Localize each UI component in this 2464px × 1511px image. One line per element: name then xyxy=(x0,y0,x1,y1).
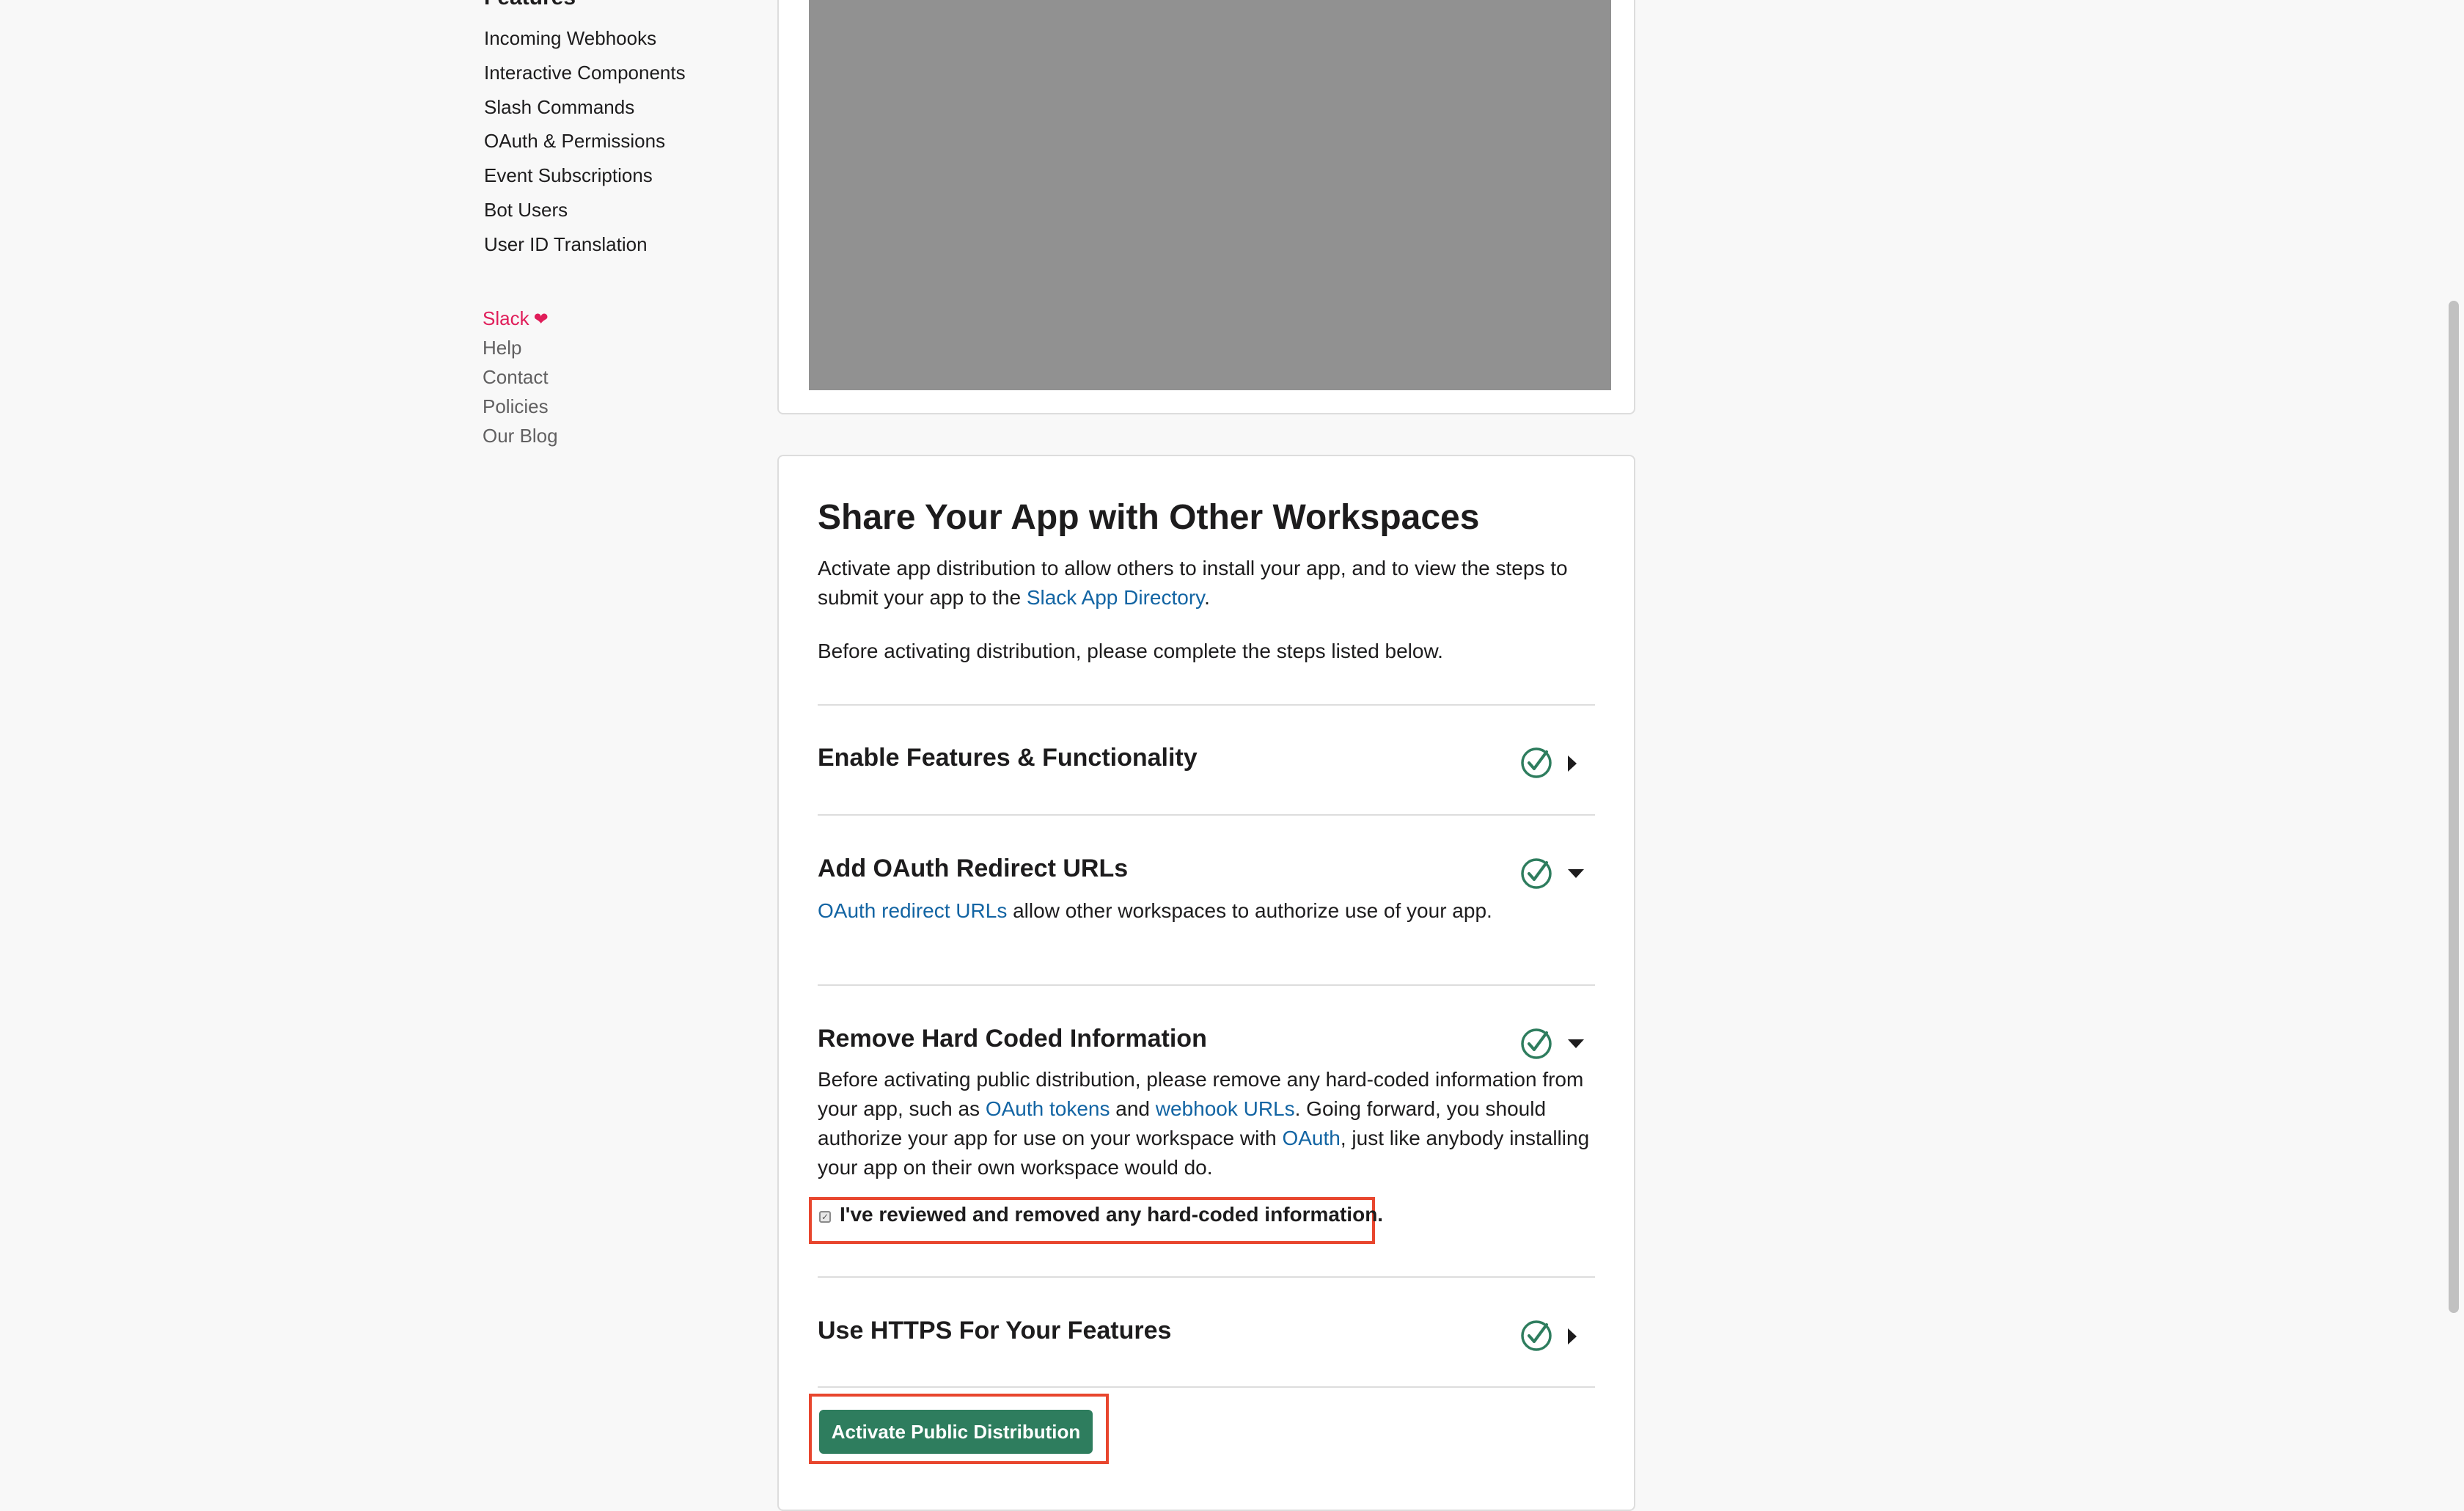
activate-public-distribution-button[interactable]: Activate Public Distribution xyxy=(819,1410,1093,1454)
sidebar-item-slash-commands[interactable]: Slash Commands xyxy=(484,94,686,128)
caret-down-icon[interactable] xyxy=(1568,1039,1584,1048)
oauth-redirect-urls-link[interactable]: OAuth redirect URLs xyxy=(818,899,1007,922)
divider xyxy=(818,1386,1595,1388)
footer-link-slack[interactable]: Slack ❤ xyxy=(483,304,558,333)
reviewed-checkbox[interactable]: ✓ xyxy=(819,1211,831,1223)
intro-end: . xyxy=(1204,586,1210,609)
footer-link-blog[interactable]: Our Blog xyxy=(483,421,558,450)
features-heading: Features xyxy=(484,0,576,10)
page-title: Share Your App with Other Workspaces xyxy=(818,498,1480,537)
footer-link[interactable]: Help xyxy=(483,337,521,359)
footer-link[interactable]: Our Blog xyxy=(483,425,558,447)
footer-links: Slack ❤ Help Contact Policies Our Blog xyxy=(483,304,558,450)
check-circle-icon xyxy=(1521,858,1552,889)
share-card: Share Your App with Other Workspaces Act… xyxy=(777,455,1635,1511)
caret-down-icon[interactable] xyxy=(1568,869,1584,878)
step-desc-text: and xyxy=(1110,1097,1156,1120)
step-title: Enable Features & Functionality xyxy=(818,744,1198,772)
sidebar-item-incoming-webhooks[interactable]: Incoming Webhooks xyxy=(484,25,686,59)
sidebar-item-event-subscriptions[interactable]: Event Subscriptions xyxy=(484,162,686,197)
sidebar-item-interactive-components[interactable]: Interactive Components xyxy=(484,59,686,94)
step-title: Add OAuth Redirect URLs xyxy=(818,855,1129,882)
caret-right-icon[interactable] xyxy=(1568,1328,1577,1344)
footer-link-policies[interactable]: Policies xyxy=(483,392,558,421)
webhook-urls-link[interactable]: webhook URLs xyxy=(1156,1097,1295,1120)
sidebar-link[interactable]: Event Subscriptions xyxy=(484,164,653,186)
sidebar-item-user-id-translation[interactable]: User ID Translation xyxy=(484,231,686,266)
footer-link[interactable]: Policies xyxy=(483,395,549,417)
step-desc-text: allow other workspaces to authorize use … xyxy=(1007,899,1492,922)
divider xyxy=(818,1276,1595,1278)
oauth-link[interactable]: OAuth xyxy=(1282,1127,1340,1149)
slack-app-directory-link[interactable]: Slack App Directory xyxy=(1027,586,1204,609)
sidebar-link[interactable]: User ID Translation xyxy=(484,233,648,255)
preview-image xyxy=(809,0,1611,390)
preview-card xyxy=(777,0,1635,414)
step-title: Use HTTPS For Your Features xyxy=(818,1317,1172,1344)
caret-right-icon[interactable] xyxy=(1568,756,1577,772)
heart-icon: ❤ xyxy=(533,310,549,329)
scrollbar-thumb[interactable] xyxy=(2449,301,2459,1313)
sidebar-item-oauth-permissions[interactable]: OAuth & Permissions xyxy=(484,128,686,162)
step-description: Before activating public distribution, p… xyxy=(818,1065,1595,1182)
step-description: OAuth redirect URLs allow other workspac… xyxy=(818,896,1595,926)
footer-link-help[interactable]: Help xyxy=(483,333,558,362)
intro-paragraph: Activate app distribution to allow other… xyxy=(818,554,1595,612)
before-paragraph: Before activating distribution, please c… xyxy=(818,640,1443,662)
check-circle-icon xyxy=(1521,747,1552,778)
sidebar-link[interactable]: Incoming Webhooks xyxy=(484,27,656,49)
sidebar-link[interactable]: Bot Users xyxy=(484,199,568,221)
footer-link-contact[interactable]: Contact xyxy=(483,362,558,392)
footer-link[interactable]: Contact xyxy=(483,366,549,388)
step-title: Remove Hard Coded Information xyxy=(818,1025,1207,1053)
sidebar-link[interactable]: Slash Commands xyxy=(484,96,634,118)
sidebar-link[interactable]: OAuth & Permissions xyxy=(484,130,665,152)
divider xyxy=(818,984,1595,986)
checkbox-label[interactable]: I've reviewed and removed any hard-coded… xyxy=(840,1203,1383,1226)
check-circle-icon xyxy=(1521,1320,1552,1351)
features-nav: Incoming Webhooks Interactive Components… xyxy=(484,25,686,266)
sidebar: Features Incoming Webhooks Interactive C… xyxy=(0,0,763,1482)
oauth-tokens-link[interactable]: OAuth tokens xyxy=(986,1097,1110,1120)
check-circle-icon xyxy=(1521,1028,1552,1059)
divider xyxy=(818,704,1595,706)
divider xyxy=(818,814,1595,816)
sidebar-item-bot-users[interactable]: Bot Users xyxy=(484,197,686,231)
footer-link[interactable]: Slack xyxy=(483,307,529,329)
sidebar-link[interactable]: Interactive Components xyxy=(484,62,686,84)
